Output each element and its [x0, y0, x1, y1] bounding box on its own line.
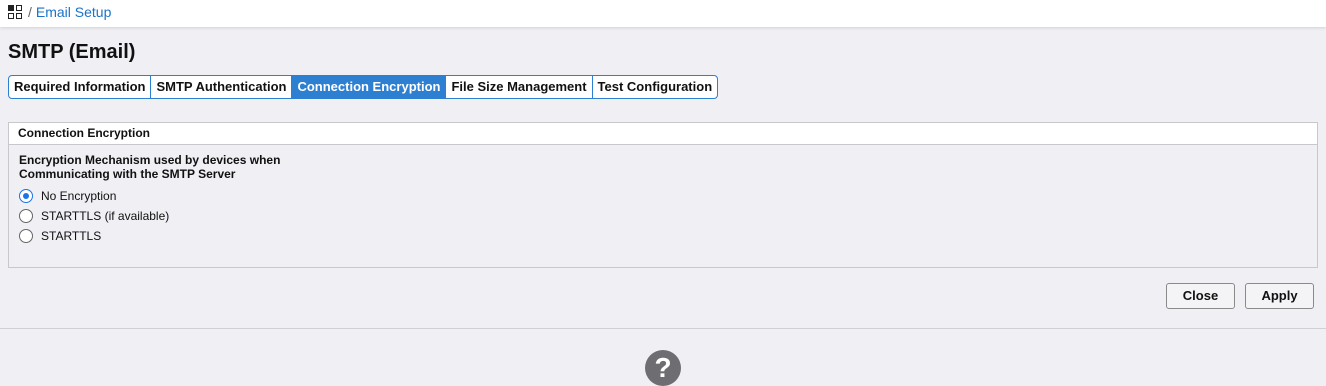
page-title: SMTP (Email): [8, 41, 136, 63]
tab-test-configuration[interactable]: Test Configuration: [593, 76, 718, 98]
top-bar: / Email Setup: [0, 0, 1326, 27]
tab-required-information[interactable]: Required Information: [9, 76, 152, 98]
option-label: STARTTLS: [41, 229, 102, 243]
description-line-1: Encryption Mechanism used by devices whe…: [19, 153, 281, 167]
apply-button[interactable]: Apply: [1245, 283, 1314, 309]
tab-file-size-management[interactable]: File Size Management: [446, 76, 593, 98]
encryption-description: Encryption Mechanism used by devices whe…: [19, 153, 280, 181]
panel-title: Connection Encryption: [9, 123, 1317, 145]
option-starttls-if-available[interactable]: STARTTLS (if available): [19, 208, 169, 224]
breadcrumb-separator: /: [28, 4, 32, 20]
option-starttls[interactable]: STARTTLS: [19, 228, 101, 244]
option-label: STARTTLS (if available): [41, 209, 170, 223]
close-button[interactable]: Close: [1166, 283, 1235, 309]
radio-starttls-if-available[interactable]: [19, 209, 33, 223]
apps-grid-icon[interactable]: [8, 5, 22, 19]
tab-bar: Required Information SMTP Authentication…: [8, 75, 719, 99]
description-line-2: Communicating with the SMTP Server: [19, 167, 236, 181]
tab-connection-encryption[interactable]: Connection Encryption: [292, 76, 447, 98]
radio-no-encryption[interactable]: [19, 189, 33, 203]
option-no-encryption[interactable]: No Encryption: [19, 188, 116, 204]
breadcrumb-email-setup[interactable]: Email Setup: [36, 4, 111, 20]
help-icon[interactable]: ?: [645, 350, 681, 386]
tab-smtp-authentication[interactable]: SMTP Authentication: [151, 76, 293, 98]
footer-divider: [0, 328, 1326, 329]
option-label: No Encryption: [41, 189, 117, 203]
connection-encryption-panel: Connection Encryption Encryption Mechani…: [8, 122, 1318, 268]
breadcrumb: / Email Setup: [8, 3, 111, 21]
radio-starttls[interactable]: [19, 229, 33, 243]
